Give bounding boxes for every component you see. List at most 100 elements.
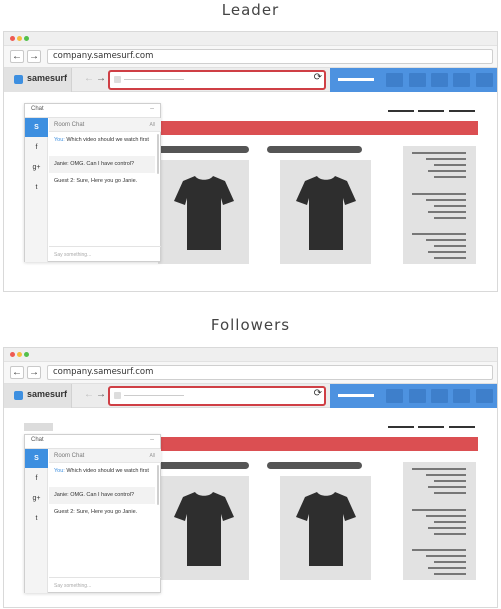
google-plus-icon[interactable]: g+ [25, 489, 48, 508]
brand-name: samesurf [27, 73, 68, 83]
address-bar[interactable]: company.samesurf.com [47, 49, 493, 64]
chat-title: Chat [31, 106, 44, 112]
session-status-bar [338, 78, 374, 81]
message-text: Sure, Here you go Janie. [76, 178, 138, 184]
chat-message-input[interactable]: Say something... [49, 246, 161, 262]
product-title-2 [267, 462, 362, 469]
product-card-1[interactable] [158, 160, 249, 264]
chat-panel: Chat – S f g+ t Room Chat All You: Which… [24, 103, 161, 262]
samesurf-toolbar: samesurf ← → ⟳ [4, 68, 497, 92]
back-arrow-icon[interactable]: ← [10, 366, 24, 379]
control-button-3[interactable] [431, 389, 448, 403]
chat-header: Chat – [25, 435, 160, 449]
room-selector[interactable]: Room Chat All [49, 449, 161, 463]
chat-message-input[interactable]: Say something... [49, 577, 161, 593]
maximize-dot-icon[interactable] [24, 36, 29, 41]
menu-item-1[interactable] [388, 110, 414, 112]
message-text: Which video should we watch first [66, 468, 149, 474]
detail-line [434, 245, 466, 247]
product-card-2[interactable] [280, 476, 371, 580]
samesurf-brand[interactable]: samesurf [4, 384, 72, 408]
leader-heading: Leader [221, 1, 280, 19]
shared-web-page: Chat – S f g+ t Room Chat All You: Which… [4, 93, 497, 291]
filter-dropdown[interactable]: All [149, 122, 155, 128]
detail-line [412, 193, 466, 195]
product-title-1 [154, 462, 249, 469]
filter-dropdown[interactable]: All [149, 453, 155, 459]
close-dot-icon[interactable] [10, 36, 15, 41]
minimize-icon[interactable]: – [150, 105, 154, 112]
synced-url-field[interactable]: ⟳ [108, 70, 326, 90]
address-bar[interactable]: company.samesurf.com [47, 365, 493, 380]
detail-line [434, 205, 466, 207]
menu-item-2[interactable] [418, 110, 444, 112]
facebook-icon[interactable]: f [25, 138, 48, 157]
product-title-2 [267, 146, 362, 153]
control-button-1[interactable] [386, 73, 403, 87]
followers-browser-window: ← → company.samesurf.com samesurf ← → ⟳ [3, 347, 498, 608]
product-card-1[interactable] [158, 476, 249, 580]
title-bar [4, 348, 497, 362]
detail-line [434, 480, 466, 482]
maximize-dot-icon[interactable] [24, 352, 29, 357]
minimize-dot-icon[interactable] [17, 352, 22, 357]
cobrowse-back-arrow-icon[interactable]: ← [84, 73, 94, 84]
tshirt-icon [296, 176, 356, 250]
control-button-4[interactable] [453, 73, 470, 87]
twitter-icon[interactable]: t [25, 178, 48, 197]
product-title-1 [154, 146, 249, 153]
control-button-5[interactable] [476, 73, 493, 87]
browser-nav-bar: ← → company.samesurf.com [4, 46, 497, 68]
samesurf-logo-icon [14, 75, 23, 84]
samesurf-channel-icon[interactable]: S [25, 118, 48, 137]
facebook-icon[interactable]: f [25, 469, 48, 488]
detail-line [428, 251, 466, 253]
site-logo-placeholder[interactable] [24, 423, 53, 431]
cobrowse-back-arrow-icon[interactable]: ← [84, 389, 94, 400]
detail-line [426, 515, 466, 517]
detail-line [426, 555, 466, 557]
control-button-2[interactable] [409, 73, 426, 87]
chat-scrollbar[interactable] [157, 465, 159, 505]
cobrowse-forward-arrow-icon[interactable]: → [96, 73, 106, 84]
menu-item-3[interactable] [449, 426, 475, 428]
forward-arrow-icon[interactable]: → [27, 366, 41, 379]
room-selector[interactable]: Room Chat All [49, 118, 161, 132]
reload-icon[interactable]: ⟳ [314, 72, 322, 83]
menu-item-1[interactable] [388, 426, 414, 428]
minimize-dot-icon[interactable] [17, 36, 22, 41]
product-details-panel [403, 462, 476, 580]
menu-item-2[interactable] [418, 426, 444, 428]
cobrowse-forward-arrow-icon[interactable]: → [96, 389, 106, 400]
message-author: Guest 2: [54, 509, 75, 515]
message-text: Which video should we watch first [66, 137, 149, 143]
brand-name: samesurf [27, 389, 68, 399]
message-author: Guest 2: [54, 178, 75, 184]
control-button-4[interactable] [453, 389, 470, 403]
forward-arrow-icon[interactable]: → [27, 50, 41, 63]
close-dot-icon[interactable] [10, 352, 15, 357]
google-plus-icon[interactable]: g+ [25, 158, 48, 177]
reload-icon[interactable]: ⟳ [314, 388, 322, 399]
menu-item-3[interactable] [449, 110, 475, 112]
tshirt-icon [296, 492, 356, 566]
followers-heading: Followers [210, 316, 291, 334]
chat-message: Guest 2: Sure, Here you go Janie. [54, 508, 152, 516]
chat-scrollbar[interactable] [157, 134, 159, 174]
synced-url-field[interactable]: ⟳ [108, 386, 326, 406]
detail-line [428, 567, 466, 569]
control-button-2[interactable] [409, 389, 426, 403]
samesurf-channel-icon[interactable]: S [25, 449, 48, 468]
session-controls [330, 384, 497, 408]
minimize-icon[interactable]: – [150, 436, 154, 443]
product-details-panel [403, 146, 476, 264]
samesurf-brand[interactable]: samesurf [4, 68, 72, 92]
message-author: Janie: [54, 161, 69, 167]
twitter-icon[interactable]: t [25, 509, 48, 528]
control-button-3[interactable] [431, 73, 448, 87]
control-button-5[interactable] [476, 389, 493, 403]
control-button-1[interactable] [386, 389, 403, 403]
product-card-2[interactable] [280, 160, 371, 264]
back-arrow-icon[interactable]: ← [10, 50, 24, 63]
url-placeholder-line [124, 395, 184, 396]
